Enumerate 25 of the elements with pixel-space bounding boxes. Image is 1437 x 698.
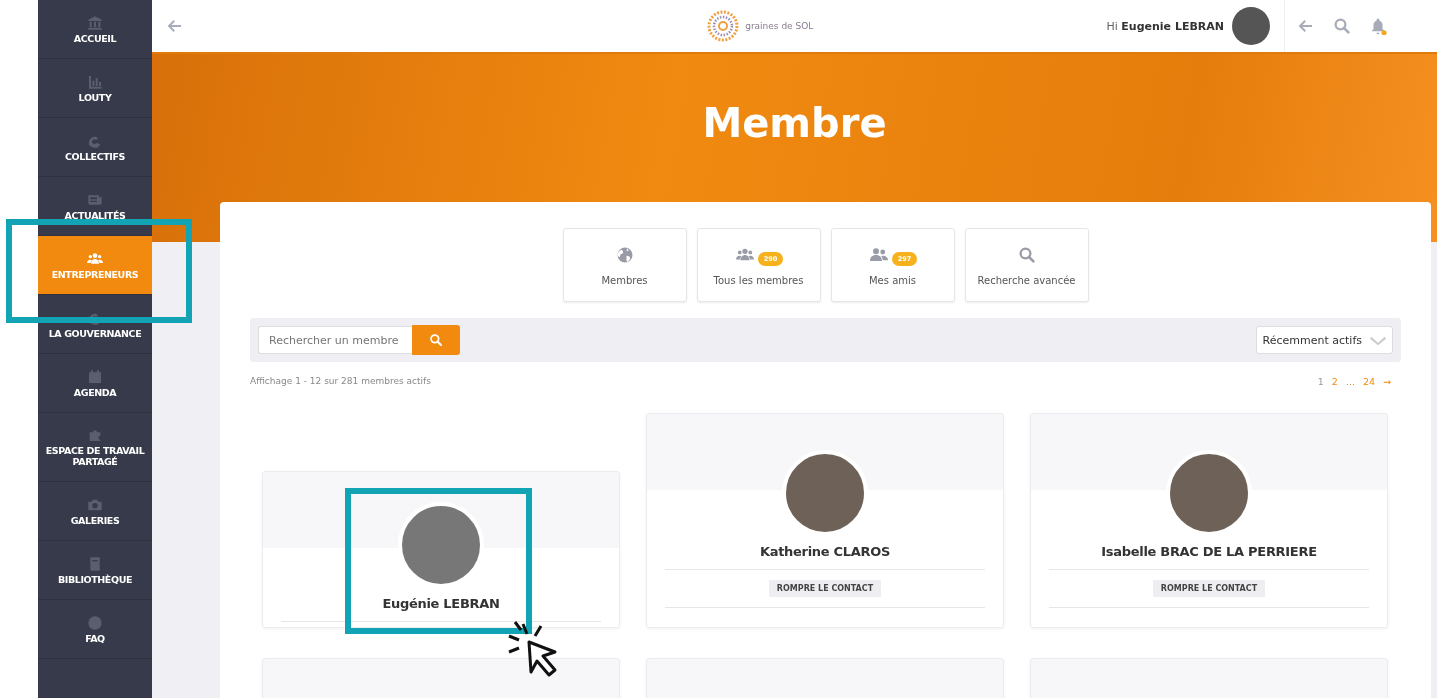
member-name[interactable]: Katherine CLAROS	[759, 544, 891, 559]
chevron-down-icon	[1370, 334, 1386, 346]
bell-icon[interactable]	[1369, 17, 1387, 35]
member-name[interactable]: Eugénie LEBRAN	[382, 596, 500, 611]
member-name[interactable]: Isabelle BRAC DE LA PERRIERE	[1101, 544, 1317, 559]
bank-icon	[85, 14, 105, 31]
member-tab[interactable]: Membres	[562, 228, 687, 302]
users-icon	[867, 245, 890, 264]
search-field[interactable]: Rechercher un membre	[258, 326, 412, 354]
search-icon[interactable]	[1333, 17, 1351, 35]
users-icon	[85, 250, 105, 267]
search-button[interactable]	[412, 325, 460, 355]
logo-icon	[707, 10, 740, 42]
member-tab[interactable]: Recherche avancée	[964, 228, 1089, 302]
back-arrow-icon[interactable]	[166, 17, 184, 35]
user-avatar[interactable]	[1232, 7, 1270, 45]
disconnect-button[interactable]: ROMPRE LE CONTACT	[1152, 580, 1266, 597]
search-icon	[429, 333, 443, 347]
logo-text: graines de SOL	[745, 21, 814, 31]
page-title: Membre	[702, 100, 887, 148]
user-greeting: Hi Eugenie LEBRAN	[1106, 19, 1224, 33]
results-summary: Affichage 1 - 12 sur 281 membres actifs	[250, 376, 431, 387]
disconnect-button[interactable]: ROMPRE LE CONTACT	[768, 580, 882, 597]
back-arrow-icon[interactable]	[1297, 17, 1315, 35]
sort-dropdown[interactable]: Récemment actifs	[1255, 326, 1393, 354]
